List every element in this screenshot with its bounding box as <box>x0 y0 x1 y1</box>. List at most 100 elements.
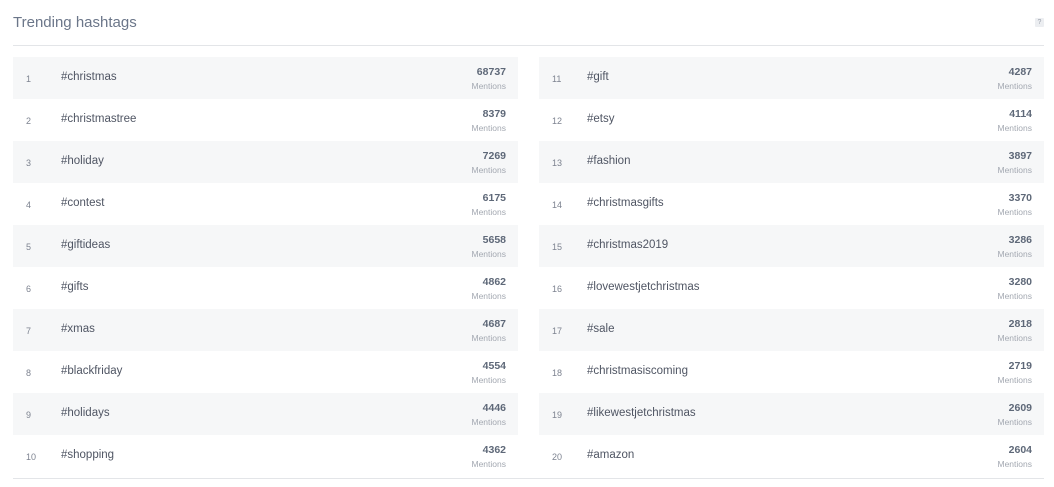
hashtag-count: 3370 <box>1008 192 1032 204</box>
hashtag-count: 4362 <box>482 444 506 456</box>
hashtag-name[interactable]: #sale <box>587 323 615 335</box>
mentions-label: Mentions <box>997 459 1033 469</box>
hashtag-rank: 18 <box>552 368 563 378</box>
hashtag-list-left: 1 #christmas 68737 Mentions 2 #christmas… <box>13 57 518 477</box>
hashtag-name[interactable]: #lovewestjetchristmas <box>587 281 699 293</box>
hashtag-name[interactable]: #christmas2019 <box>587 239 668 251</box>
hashtag-rank: 6 <box>26 284 32 294</box>
hashtag-name[interactable]: #christmasgifts <box>587 197 664 209</box>
hashtag-count: 7269 <box>482 150 506 162</box>
hashtag-rank: 4 <box>26 200 32 210</box>
hashtag-name[interactable]: #etsy <box>587 113 615 125</box>
hashtag-name[interactable]: #contest <box>61 197 104 209</box>
hashtag-count: 2818 <box>1008 318 1032 330</box>
hashtag-rank: 11 <box>552 74 562 84</box>
hashtag-count: 8379 <box>482 108 506 120</box>
mentions-label: Mentions <box>471 249 507 259</box>
hashtag-row[interactable]: 5 #giftideas 5658 Mentions <box>13 225 518 267</box>
hashtag-name[interactable]: #xmas <box>61 323 95 335</box>
hashtag-row[interactable]: 2 #christmastree 8379 Mentions <box>13 99 518 141</box>
hashtag-count: 2719 <box>1008 360 1032 372</box>
mentions-label: Mentions <box>471 459 507 469</box>
hashtag-rank: 10 <box>26 452 37 462</box>
mentions-label: Mentions <box>471 375 507 385</box>
hashtag-rank: 13 <box>552 158 563 168</box>
hashtag-name[interactable]: #christmasiscoming <box>587 365 688 377</box>
hashtag-name[interactable]: #gift <box>587 71 609 83</box>
help-icon[interactable]: ? <box>1035 18 1044 27</box>
hashtag-name[interactable]: #amazon <box>587 449 634 461</box>
hashtag-name[interactable]: #shopping <box>61 449 114 461</box>
mentions-label: Mentions <box>471 333 507 343</box>
hashtag-list-right: 11 #gift 4287 Mentions 12 #etsy 4114 Men… <box>539 57 1044 477</box>
mentions-label: Mentions <box>471 207 507 217</box>
hashtag-name[interactable]: #holiday <box>61 155 104 167</box>
hashtag-rank: 3 <box>26 158 32 168</box>
hashtag-row[interactable]: 3 #holiday 7269 Mentions <box>13 141 518 183</box>
mentions-label: Mentions <box>471 123 507 133</box>
hashtag-row[interactable]: 6 #gifts 4862 Mentions <box>13 267 518 309</box>
hashtag-row[interactable]: 14 #christmasgifts 3370 Mentions <box>539 183 1044 225</box>
hashtag-row[interactable]: 16 #lovewestjetchristmas 3280 Mentions <box>539 267 1044 309</box>
hashtag-rank: 9 <box>26 410 32 420</box>
hashtag-count: 4687 <box>482 318 506 330</box>
hashtag-row[interactable]: 18 #christmasiscoming 2719 Mentions <box>539 351 1044 393</box>
hashtag-count: 6175 <box>482 192 506 204</box>
hashtag-count: 3280 <box>1008 276 1032 288</box>
hashtag-rank: 5 <box>26 242 32 252</box>
hashtag-row[interactable]: 13 #fashion 3897 Mentions <box>539 141 1044 183</box>
mentions-label: Mentions <box>471 81 507 91</box>
hashtag-row[interactable]: 9 #holidays 4446 Mentions <box>13 393 518 435</box>
hashtag-row[interactable]: 4 #contest 6175 Mentions <box>13 183 518 225</box>
hashtag-count: 4554 <box>482 360 506 372</box>
mentions-label: Mentions <box>997 291 1033 301</box>
hashtag-row[interactable]: 8 #blackfriday 4554 Mentions <box>13 351 518 393</box>
mentions-label: Mentions <box>471 417 507 427</box>
mentions-label: Mentions <box>997 417 1033 427</box>
mentions-label: Mentions <box>997 81 1033 91</box>
hashtag-rank: 14 <box>552 200 563 210</box>
hashtag-count: 4862 <box>482 276 506 288</box>
hashtag-name[interactable]: #likewestjetchristmas <box>587 407 696 419</box>
hashtag-rank: 1 <box>26 74 32 84</box>
hashtag-rank: 12 <box>552 116 563 126</box>
hashtag-rank: 15 <box>552 242 563 252</box>
hashtag-name[interactable]: #holidays <box>61 407 110 419</box>
hashtag-name[interactable]: #christmastree <box>61 113 136 125</box>
mentions-label: Mentions <box>997 375 1033 385</box>
hashtag-rank: 17 <box>552 326 563 336</box>
hashtag-count: 68737 <box>476 66 506 78</box>
hashtag-rank: 16 <box>552 284 563 294</box>
hashtag-row[interactable]: 1 #christmas 68737 Mentions <box>13 57 518 99</box>
hashtag-row[interactable]: 7 #xmas 4687 Mentions <box>13 309 518 351</box>
hashtag-name[interactable]: #gifts <box>61 281 89 293</box>
hashtag-count: 3897 <box>1008 150 1032 162</box>
hashtag-row[interactable]: 10 #shopping 4362 Mentions <box>13 435 518 477</box>
hashtag-count: 2609 <box>1008 402 1032 414</box>
hashtag-name[interactable]: #fashion <box>587 155 630 167</box>
hashtag-name[interactable]: #blackfriday <box>61 365 122 377</box>
hashtag-count: 4287 <box>1008 66 1032 78</box>
hashtag-rank: 7 <box>26 326 32 336</box>
hashtag-row[interactable]: 11 #gift 4287 Mentions <box>539 57 1044 99</box>
hashtag-count: 2604 <box>1008 444 1032 456</box>
hashtag-row[interactable]: 12 #etsy 4114 Mentions <box>539 99 1044 141</box>
mentions-label: Mentions <box>471 165 507 175</box>
hashtag-count: 3286 <box>1008 234 1032 246</box>
hashtag-row[interactable]: 20 #amazon 2604 Mentions <box>539 435 1044 477</box>
hashtag-name[interactable]: #christmas <box>61 71 117 83</box>
bottom-divider <box>13 478 1044 479</box>
hashtag-row[interactable]: 19 #likewestjetchristmas 2609 Mentions <box>539 393 1044 435</box>
hashtag-row[interactable]: 15 #christmas2019 3286 Mentions <box>539 225 1044 267</box>
mentions-label: Mentions <box>997 333 1033 343</box>
hashtag-count: 4446 <box>482 402 506 414</box>
hashtag-rank: 8 <box>26 368 32 378</box>
widget-title: Trending hashtags <box>13 14 137 31</box>
mentions-label: Mentions <box>997 207 1033 217</box>
mentions-label: Mentions <box>997 249 1033 259</box>
hashtag-name[interactable]: #giftideas <box>61 239 110 251</box>
hashtag-rank: 20 <box>552 452 563 462</box>
hashtag-count: 5658 <box>482 234 506 246</box>
hashtag-row[interactable]: 17 #sale 2818 Mentions <box>539 309 1044 351</box>
mentions-label: Mentions <box>471 291 507 301</box>
